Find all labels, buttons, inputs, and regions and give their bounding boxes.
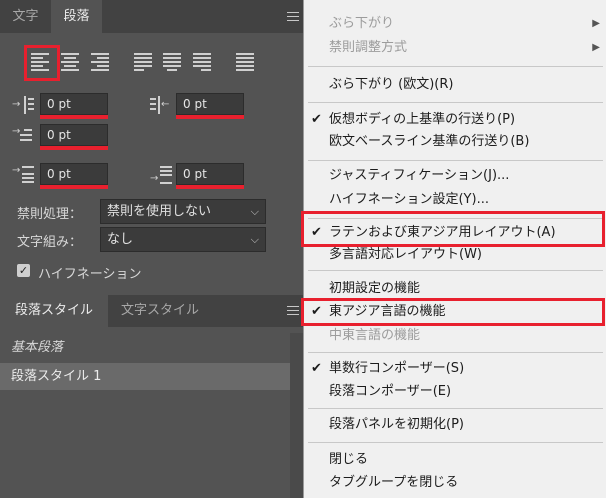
styles-tab-bar: 段落スタイル 文字スタイル bbox=[0, 295, 304, 327]
align-right-icon[interactable] bbox=[91, 53, 111, 73]
menu-separator bbox=[308, 160, 603, 161]
left-indent-icon: → bbox=[12, 96, 34, 116]
hyphenation-checkbox[interactable]: ✓ bbox=[17, 264, 30, 277]
left-indent-highlight bbox=[40, 115, 108, 119]
menu-item-label: 単数行コンポーザー(S) bbox=[329, 361, 465, 376]
scrollbar[interactable] bbox=[290, 333, 304, 498]
paragraph-panel: 文字 段落 → 0 pt ← 0 pt → 0 pt → 0 pt → 0 pt… bbox=[0, 0, 304, 498]
menu-item-label: 仮想ボディの上基準の行送り(P) bbox=[329, 112, 516, 127]
tab-character-styles[interactable]: 文字スタイル bbox=[108, 295, 212, 327]
menu-item-hyphenation-settings[interactable]: ハイフネーション設定(Y)... bbox=[304, 189, 606, 211]
chevron-down-icon: ⌵ bbox=[250, 233, 259, 246]
menu-item-single-line-composer[interactable]: ✔ 単数行コンポーザー(S) bbox=[304, 358, 606, 380]
first-line-indent-highlight bbox=[40, 146, 108, 150]
menu-separator bbox=[308, 102, 603, 103]
mojikumi-select[interactable]: なし ⌵ bbox=[100, 227, 266, 252]
space-after-field[interactable]: 0 pt bbox=[176, 163, 244, 185]
kinsoku-select[interactable]: 禁則を使用しない ⌵ bbox=[100, 199, 266, 224]
style-item-basic[interactable]: 基本段落 bbox=[0, 334, 290, 361]
selected-alignment-highlight bbox=[24, 45, 60, 81]
tab-paragraph[interactable]: 段落 bbox=[51, 0, 102, 33]
panel-tab-bar: 文字 段落 bbox=[0, 0, 304, 33]
menu-item-multilingual-layout[interactable]: 多言語対応レイアウト(W) bbox=[304, 244, 606, 266]
submenu-arrow-icon: ▶ bbox=[592, 42, 600, 53]
menu-item-middle-eastern-features: 中東言語の機能 bbox=[329, 328, 421, 343]
menu-item-roman-baseline-leading[interactable]: 欧文ベースライン基準の行送り(B) bbox=[304, 131, 606, 153]
menu-item-close-tab-group[interactable]: タブグループを閉じる bbox=[304, 472, 606, 494]
align-center-icon[interactable] bbox=[61, 53, 81, 73]
menu-item-paragraph-composer[interactable]: 段落コンポーザー(E) bbox=[304, 381, 606, 403]
checkmark-icon: ✔ bbox=[311, 112, 322, 127]
highlight-box bbox=[301, 298, 605, 326]
panel-flyout-menu: ぶら下がり ▶ 禁則調整方式 ▶ ぶら下がり (欧文)(R) ✔ 仮想ボディの上… bbox=[301, 0, 606, 498]
menu-separator bbox=[308, 442, 603, 443]
first-line-indent-field[interactable]: 0 pt bbox=[40, 124, 108, 146]
hamburger-icon[interactable] bbox=[287, 306, 299, 315]
justify-last-center-icon[interactable] bbox=[163, 53, 183, 73]
kinsoku-label: 禁則処理： bbox=[17, 207, 83, 222]
menu-item-close[interactable]: 閉じる bbox=[304, 449, 606, 471]
first-line-indent-icon: → bbox=[12, 127, 34, 147]
hyphenation-label: ハイフネーション bbox=[38, 267, 142, 282]
justify-all-icon[interactable] bbox=[236, 53, 256, 73]
space-before-field[interactable]: 0 pt bbox=[40, 163, 108, 185]
left-indent-field[interactable]: 0 pt bbox=[40, 93, 108, 115]
menu-item-burasagari: ぶら下がり ▶ bbox=[304, 13, 606, 35]
space-before-highlight bbox=[40, 185, 108, 189]
menu-item-label: 禁則調整方式 bbox=[329, 40, 408, 55]
menu-item-label: ぶら下がり bbox=[329, 16, 395, 31]
mojikumi-value: なし bbox=[107, 232, 134, 247]
menu-item-roman-hanging[interactable]: ぶら下がり (欧文)(R) bbox=[304, 74, 606, 96]
tab-character[interactable]: 文字 bbox=[0, 0, 51, 33]
hamburger-icon[interactable] bbox=[287, 12, 299, 21]
menu-item-em-box-leading[interactable]: ✔ 仮想ボディの上基準の行送り(P) bbox=[304, 109, 606, 131]
menu-item-kinsoku-method: 禁則調整方式 ▶ bbox=[304, 37, 606, 59]
menu-item-justification[interactable]: ジャスティフィケーション(J)... bbox=[304, 165, 606, 187]
menu-separator bbox=[308, 270, 603, 271]
chevron-down-icon: ⌵ bbox=[250, 205, 259, 218]
space-before-icon: → bbox=[12, 166, 34, 186]
kinsoku-value: 禁則を使用しない bbox=[107, 204, 212, 219]
menu-item-default-features[interactable]: 初期設定の機能 bbox=[304, 278, 606, 300]
checkmark-icon: ✔ bbox=[311, 361, 322, 376]
tab-paragraph-styles[interactable]: 段落スタイル bbox=[0, 295, 108, 327]
style-item-selected[interactable]: 段落スタイル 1 bbox=[0, 363, 290, 390]
menu-separator bbox=[308, 408, 603, 409]
right-indent-field[interactable]: 0 pt bbox=[176, 93, 244, 115]
menu-separator bbox=[308, 352, 603, 353]
right-indent-highlight bbox=[176, 115, 244, 119]
submenu-arrow-icon: ▶ bbox=[592, 18, 600, 29]
justify-last-right-icon[interactable] bbox=[193, 53, 213, 73]
space-after-icon: → bbox=[150, 166, 172, 186]
right-indent-icon: ← bbox=[150, 96, 172, 116]
justify-last-left-icon[interactable] bbox=[134, 53, 154, 73]
menu-separator bbox=[308, 66, 603, 67]
menu-item-reset-paragraph[interactable]: 段落パネルを初期化(P) bbox=[304, 414, 606, 436]
highlight-box bbox=[301, 211, 605, 247]
mojikumi-label: 文字組み： bbox=[17, 235, 83, 250]
space-after-highlight bbox=[176, 185, 244, 189]
